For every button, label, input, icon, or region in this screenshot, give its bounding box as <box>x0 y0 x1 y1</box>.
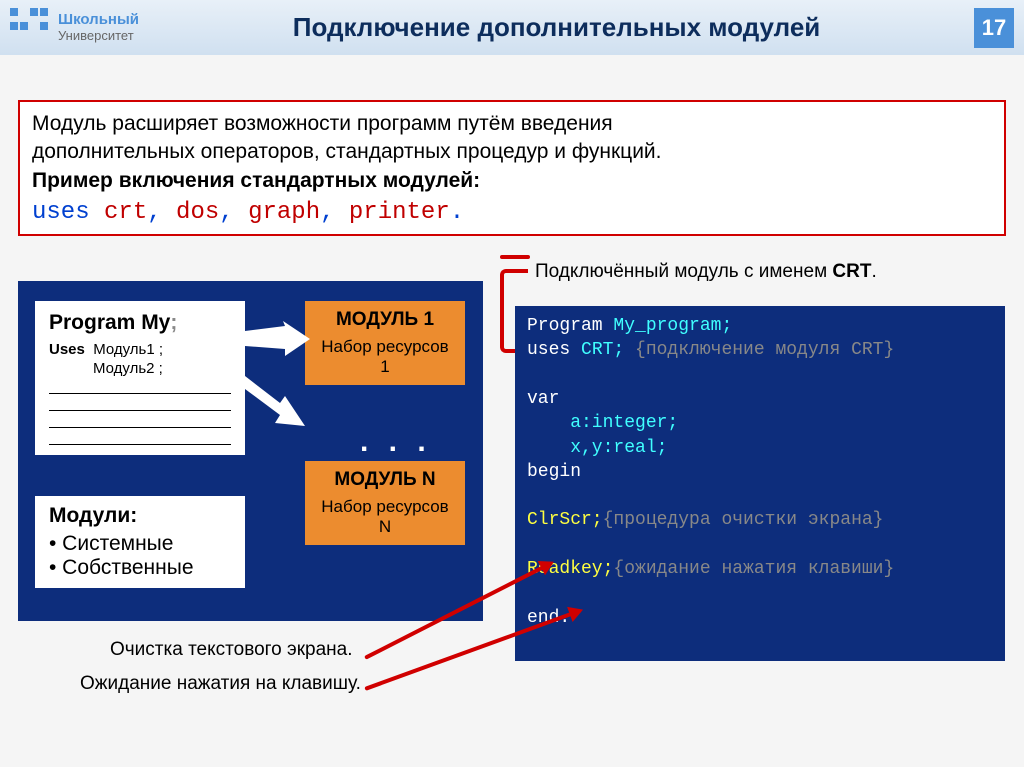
slide-header: Школьный Университет Подключение дополни… <box>0 0 1024 55</box>
clrscr-caption: Очистка текстового экрана. <box>110 639 353 661</box>
diagram-area: Подключённый модуль с именем CRT. Progra… <box>10 261 1014 691</box>
slide-title: Подключение дополнительных модулей <box>139 12 974 43</box>
arrow-icon <box>245 371 310 431</box>
intro-text: Модуль расширяет возможности программ пу… <box>32 110 992 195</box>
module-1-card: МОДУЛЬ 1 Набор ресурсов 1 <box>305 301 465 385</box>
readkey-caption: Ожидание нажатия на клавишу. <box>80 673 361 695</box>
logo: Школьный Университет <box>10 8 139 48</box>
logo-text: Школьный Университет <box>58 12 139 43</box>
logo-icon <box>10 8 50 48</box>
module-type-system: • Системные <box>49 532 231 556</box>
intro-code: uses crt, dos, graph, printer. <box>32 199 992 226</box>
intro-box: Модуль расширяет возможности программ пу… <box>18 100 1006 236</box>
logo-text-top: Школьный <box>58 11 139 28</box>
arrow-icon <box>245 321 310 361</box>
logo-text-bottom: Университет <box>58 28 134 43</box>
modules-card: Модули: • Системные • Собственные <box>35 496 245 588</box>
ellipsis: . . . <box>360 425 432 459</box>
intro-example-label: Пример включения стандартных модулей: <box>32 169 480 192</box>
crt-annotation: Подключённый модуль с именем CRT. <box>535 261 877 283</box>
program-title: Program My; <box>49 311 231 335</box>
module-type-custom: • Собственные <box>49 556 231 580</box>
code-panel: Program My_program; uses CRT; {подключен… <box>515 306 1005 661</box>
page-number-badge: 17 <box>974 8 1014 48</box>
program-card: Program My; Uses Модуль1 ; Модуль2 ; <box>35 301 245 455</box>
slide-content: Модуль расширяет возможности программ пу… <box>0 55 1024 701</box>
module-n-card: МОДУЛЬ N Набор ресурсов N <box>305 461 465 545</box>
